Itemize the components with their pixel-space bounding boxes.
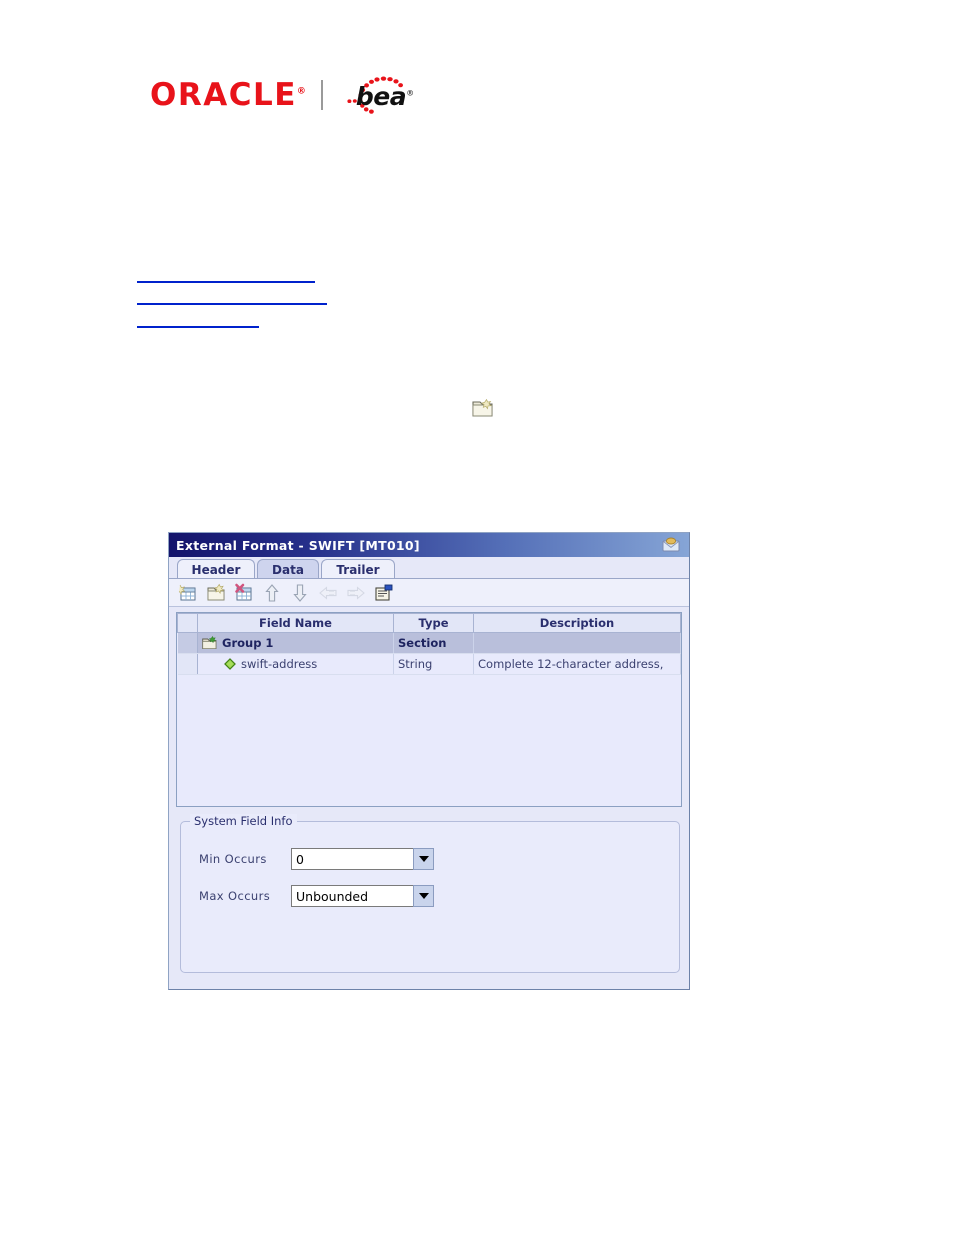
- grid-empty-area[interactable]: [177, 675, 681, 775]
- table-row[interactable]: swift-address String Complete 12-charact…: [177, 653, 681, 675]
- row-field-name-label: swift-address: [241, 657, 318, 671]
- move-up-icon[interactable]: [261, 582, 283, 603]
- new-field-icon[interactable]: [177, 582, 199, 603]
- system-field-info-group: System Field Info Min Occurs 0 Max Occur…: [180, 814, 680, 973]
- tab-header[interactable]: Header: [177, 559, 255, 579]
- field-grid[interactable]: Field Name Type Description Group 1 Sect…: [176, 612, 682, 807]
- doc-link-1-label: [137, 281, 315, 283]
- row-type[interactable]: String: [393, 653, 474, 675]
- doc-link-2[interactable]: [137, 292, 327, 309]
- properties-icon[interactable]: [373, 582, 395, 603]
- grid-header-row: Field Name Type Description: [177, 613, 681, 633]
- tab-data-label: Data: [272, 562, 304, 577]
- green-diamond-icon: [224, 658, 236, 670]
- new-group-icon[interactable]: [205, 582, 227, 603]
- folder-new-icon: [202, 636, 217, 650]
- external-format-dialog: External Format - SWIFT [MT010] Header D…: [168, 532, 690, 990]
- envelope-icon[interactable]: [662, 536, 680, 554]
- tab-trailer-label: Trailer: [336, 562, 380, 577]
- oracle-wordmark: ORACLE®: [150, 76, 306, 113]
- min-occurs-row: Min Occurs 0: [199, 848, 434, 870]
- dialog-title: External Format - SWIFT [MT010]: [176, 537, 420, 553]
- row-description[interactable]: [473, 632, 681, 654]
- doc-link-2-label: [137, 303, 327, 305]
- row-field-name[interactable]: swift-address: [197, 653, 394, 675]
- promote-left-icon[interactable]: [317, 582, 339, 603]
- max-occurs-combo[interactable]: Unbounded: [291, 885, 434, 907]
- move-down-icon[interactable]: [289, 582, 311, 603]
- grid-header-field-name[interactable]: Field Name: [197, 613, 394, 633]
- oracle-wordmark-text: ORACLE: [150, 76, 297, 113]
- row-selector[interactable]: [177, 632, 198, 654]
- row-description[interactable]: Complete 12-character address,: [473, 653, 681, 675]
- min-occurs-value[interactable]: 0: [291, 848, 413, 870]
- grid-corner-header: [177, 613, 198, 633]
- grid-header-type[interactable]: Type: [393, 613, 474, 633]
- logo-divider: [320, 80, 323, 110]
- doc-link-3[interactable]: [137, 315, 259, 332]
- system-field-info-legend: System Field Info: [190, 814, 297, 828]
- row-selector[interactable]: [177, 653, 198, 675]
- bea-text: bea: [355, 82, 407, 111]
- bea-wordmark-text: bea®: [356, 84, 414, 109]
- tabstrip-divider: [169, 578, 689, 579]
- chevron-down-icon: [418, 856, 429, 862]
- dialog-toolbar: [169, 579, 689, 607]
- dialog-tabstrip: Header Data Trailer: [169, 557, 689, 579]
- table-row[interactable]: Group 1 Section: [177, 632, 681, 654]
- max-occurs-label: Max Occurs: [199, 889, 271, 903]
- max-occurs-dropdown-button[interactable]: [413, 885, 434, 907]
- min-occurs-combo[interactable]: 0: [291, 848, 434, 870]
- doc-link-1[interactable]: [137, 270, 315, 287]
- tab-header-label: Header: [191, 562, 241, 577]
- min-occurs-dropdown-button[interactable]: [413, 848, 434, 870]
- row-field-name[interactable]: Group 1: [197, 632, 394, 654]
- dialog-titlebar: External Format - SWIFT [MT010]: [169, 533, 689, 557]
- row-field-name-label: Group 1: [222, 636, 274, 650]
- tab-trailer[interactable]: Trailer: [321, 559, 395, 579]
- bea-trademark: ®: [406, 88, 414, 98]
- new-group-folder-icon: [472, 398, 493, 417]
- delete-field-icon[interactable]: [233, 582, 255, 603]
- chevron-down-icon: [418, 893, 429, 899]
- max-occurs-row: Max Occurs Unbounded: [199, 885, 434, 907]
- doc-link-3-label: [137, 326, 259, 328]
- document-page: ORACLE® bea® External Format - SWIFT [MT…: [0, 0, 954, 1235]
- tab-data[interactable]: Data: [257, 559, 319, 579]
- demote-right-icon[interactable]: [345, 582, 367, 603]
- oracle-trademark: ®: [296, 86, 306, 97]
- row-type[interactable]: Section: [393, 632, 474, 654]
- min-occurs-label: Min Occurs: [199, 852, 267, 866]
- oracle-bea-logo: ORACLE® bea®: [150, 72, 414, 118]
- bea-wordmark: bea®: [336, 75, 414, 115]
- grid-header-description[interactable]: Description: [473, 613, 681, 633]
- max-occurs-value[interactable]: Unbounded: [291, 885, 413, 907]
